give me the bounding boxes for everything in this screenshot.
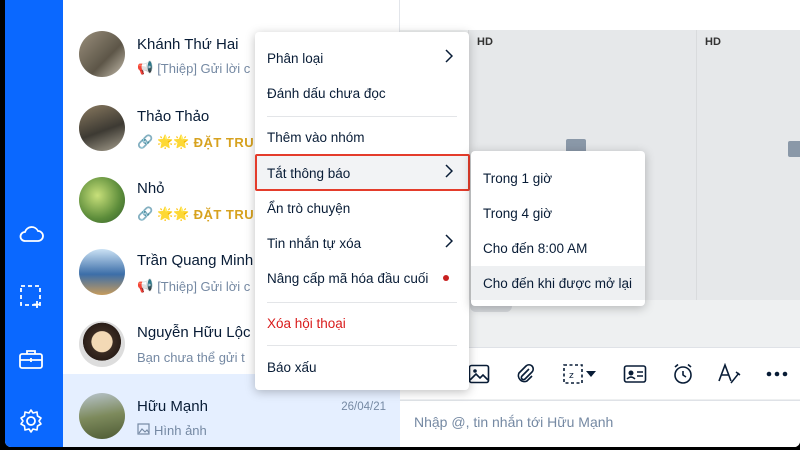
gear-icon[interactable] [16, 406, 46, 436]
media-tile[interactable]: HD [696, 30, 800, 300]
text-format-icon[interactable] [716, 361, 742, 387]
menu-item-self-destruct[interactable]: Tin nhắn tự xóa [255, 226, 469, 260]
avatar [79, 31, 125, 77]
menu-item-mute-notifications[interactable]: Tắt thông báo [255, 156, 469, 190]
svg-text:z: z [569, 371, 574, 381]
chat-header-strip [400, 0, 800, 30]
link-icon: 🔗 [137, 206, 154, 221]
conversation-time: 26/04/21 [341, 401, 386, 413]
conversation-name: Nguyễn Hữu Lộc [137, 324, 251, 341]
chevron-right-icon [445, 49, 454, 66]
submenu-item-until-reopened[interactable]: Cho đến khi được mở lại [471, 266, 645, 300]
megaphone-icon: 📢 [137, 60, 154, 75]
chevron-down-icon[interactable] [584, 361, 598, 387]
conversation-preview: 📢 [Thiệp] Gửi lời c [137, 278, 251, 294]
submenu-item-until-8am[interactable]: Cho đến 8:00 AM [471, 231, 645, 265]
conversation-preview: 📢 [Thiệp] Gửi lời c [137, 60, 251, 76]
hd-badge: HD [477, 36, 493, 48]
image-icon[interactable] [466, 361, 492, 387]
menu-item-hide-chat[interactable]: Ẩn trò chuyện [255, 191, 469, 225]
nav-rail [5, 0, 63, 447]
alarm-icon[interactable] [670, 361, 696, 387]
hd-badge: HD [705, 36, 721, 48]
notification-dot [443, 275, 449, 281]
chevron-right-icon [445, 164, 454, 181]
conversation-preview: Bạn chưa thể gửi t [137, 350, 245, 365]
message-composer [400, 400, 800, 447]
menu-item-add-to-group[interactable]: Thêm vào nhóm [255, 120, 469, 154]
screen-frame: Khánh Thứ Hai 📢 [Thiệp] Gửi lời c Thảo T… [0, 0, 800, 450]
menu-divider [267, 345, 457, 346]
mute-submenu: Trong 1 giờ Trong 4 giờ Cho đến 8:00 AM … [471, 151, 645, 306]
avatar [79, 393, 125, 439]
conversation-preview: 🔗 🌟🌟 ĐẶT TRU [137, 206, 255, 222]
paperclip-icon[interactable] [512, 361, 538, 387]
cloud-icon[interactable] [16, 219, 46, 249]
menu-item-report[interactable]: Báo xấu [255, 350, 469, 384]
more-icon[interactable] [764, 361, 790, 387]
avatar [79, 105, 125, 151]
link-icon: 🔗 [137, 134, 154, 149]
menu-item-e2e-upgrade[interactable]: Nâng cấp mã hóa đầu cuối [255, 261, 469, 295]
conversation-preview: 🔗 🌟🌟 ĐẶT TRU [137, 134, 255, 150]
contact-card-icon[interactable] [622, 361, 648, 387]
image-icon [137, 423, 150, 438]
conversation-name: Khánh Thứ Hai [137, 36, 239, 53]
menu-divider [267, 116, 457, 117]
context-menu: Phân loại Đánh dấu chưa đọc Thêm vào nhó… [255, 32, 469, 390]
conversation-preview: Hình ảnh [137, 423, 207, 438]
conversation-name: Trần Quang Minh [137, 252, 254, 269]
menu-item-mark-unread[interactable]: Đánh dấu chưa đọc [255, 76, 469, 110]
menu-divider [267, 302, 457, 303]
megaphone-icon: 📢 [137, 278, 154, 293]
avatar [79, 177, 125, 223]
conversation-name: Thảo Thảo [137, 108, 210, 125]
menu-item-classify[interactable]: Phân loại [255, 41, 469, 75]
menu-item-delete-conversation[interactable]: Xóa hội thoại [255, 306, 469, 340]
message-input[interactable] [414, 414, 784, 430]
conversation-name: Hữu Mạnh [137, 398, 208, 415]
conversation-name: Nhỏ [137, 180, 165, 197]
image-placeholder-icon [787, 140, 800, 158]
submenu-item-1-hour[interactable]: Trong 1 giờ [471, 161, 645, 195]
avatar [79, 249, 125, 295]
avatar [79, 321, 125, 367]
screenshot-icon[interactable] [16, 281, 46, 311]
briefcase-icon[interactable] [16, 344, 46, 374]
app-window: Khánh Thứ Hai 📢 [Thiệp] Gửi lời c Thảo T… [5, 0, 800, 447]
chevron-right-icon [445, 234, 454, 251]
submenu-item-4-hours[interactable]: Trong 4 giờ [471, 196, 645, 230]
screenshot-icon[interactable]: z [560, 361, 586, 387]
